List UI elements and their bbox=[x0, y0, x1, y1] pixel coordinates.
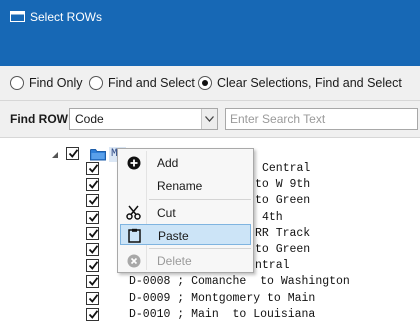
tree-row-checkbox[interactable] bbox=[86, 259, 99, 272]
find-row-label: Find ROW bbox=[10, 112, 68, 126]
title-bar: Select ROWs bbox=[0, 0, 420, 66]
context-menu: Add Rename Cut Paste Delete bbox=[117, 148, 254, 273]
menu-item-delete: Delete bbox=[120, 250, 251, 271]
window-icon bbox=[10, 11, 25, 22]
tree-row-checkbox[interactable] bbox=[86, 243, 99, 256]
tree-row-checkbox[interactable] bbox=[86, 162, 99, 175]
clipboard-icon bbox=[127, 228, 142, 243]
tree-row-checkbox[interactable] bbox=[86, 178, 99, 191]
radio-clear-find-select[interactable]: Clear Selections, Find and Select bbox=[198, 74, 402, 92]
radio-find-only[interactable]: Find Only bbox=[10, 74, 83, 92]
radio-find-only-label[interactable]: Find Only bbox=[29, 76, 83, 90]
add-icon bbox=[126, 155, 141, 170]
collapse-arrow-icon[interactable] bbox=[51, 151, 59, 159]
menu-item-paste-label[interactable]: Paste bbox=[158, 229, 189, 243]
menu-separator bbox=[149, 199, 251, 200]
menu-item-add-label[interactable]: Add bbox=[157, 156, 178, 170]
tree-row-label[interactable]: D-0008 ; Comanche to Washington bbox=[129, 275, 350, 289]
tree-row-checkbox[interactable] bbox=[86, 211, 99, 224]
tree-root-checkbox[interactable] bbox=[66, 147, 79, 160]
menu-separator bbox=[149, 248, 251, 249]
window-title: Select ROWs bbox=[30, 10, 103, 24]
scissors-icon bbox=[126, 205, 141, 220]
radio-clear-find-select-label[interactable]: Clear Selections, Find and Select bbox=[217, 76, 402, 90]
tree-row-label[interactable]: D-0009 ; Montgomery to Main bbox=[129, 292, 315, 306]
menu-item-rename[interactable]: Rename bbox=[120, 175, 251, 196]
tree-row-label[interactable]: to Green bbox=[255, 194, 310, 208]
tree-row-label[interactable]: ntral bbox=[255, 259, 290, 273]
folder-icon bbox=[90, 149, 106, 161]
tree-row-checkbox[interactable] bbox=[86, 308, 99, 321]
field-select[interactable]: Code bbox=[69, 108, 218, 130]
search-mode-options: Find Only Find and Select Clear Selectio… bbox=[0, 66, 420, 100]
menu-item-add[interactable]: Add bbox=[120, 152, 251, 173]
menu-item-cut[interactable]: Cut bbox=[120, 202, 251, 223]
menu-item-delete-label: Delete bbox=[157, 254, 192, 268]
radio-find-and-select[interactable]: Find and Select bbox=[89, 74, 195, 92]
field-select-value[interactable]: Code bbox=[75, 112, 104, 126]
find-row-bar: Find ROW Code bbox=[0, 100, 420, 138]
radio-find-only-circle[interactable] bbox=[10, 76, 24, 90]
tree-row-checkbox[interactable] bbox=[86, 194, 99, 207]
radio-find-and-select-circle[interactable] bbox=[89, 76, 103, 90]
search-input[interactable] bbox=[225, 108, 418, 130]
tree-row-checkbox[interactable] bbox=[86, 292, 99, 305]
radio-clear-find-select-circle[interactable] bbox=[198, 76, 212, 90]
tree-row-label[interactable]: 4th bbox=[262, 211, 283, 225]
radio-find-and-select-label[interactable]: Find and Select bbox=[108, 76, 195, 90]
tree-row-label[interactable]: Central bbox=[262, 162, 310, 176]
tree-row-label[interactable]: D-0010 ; Main to Louisiana bbox=[129, 308, 315, 322]
chevron-down-icon[interactable] bbox=[201, 109, 217, 129]
tree-row-label[interactable]: RR Track bbox=[255, 227, 310, 241]
tree-row-label[interactable]: to W 9th bbox=[255, 178, 310, 192]
menu-item-cut-label[interactable]: Cut bbox=[157, 206, 176, 220]
menu-item-paste[interactable]: Paste bbox=[120, 224, 251, 245]
menu-item-rename-label[interactable]: Rename bbox=[157, 179, 202, 193]
tree-row-checkbox[interactable] bbox=[86, 275, 99, 288]
delete-icon bbox=[126, 253, 141, 268]
tree-row-label[interactable]: to Green bbox=[255, 243, 310, 257]
tree-row-checkbox[interactable] bbox=[86, 227, 99, 240]
